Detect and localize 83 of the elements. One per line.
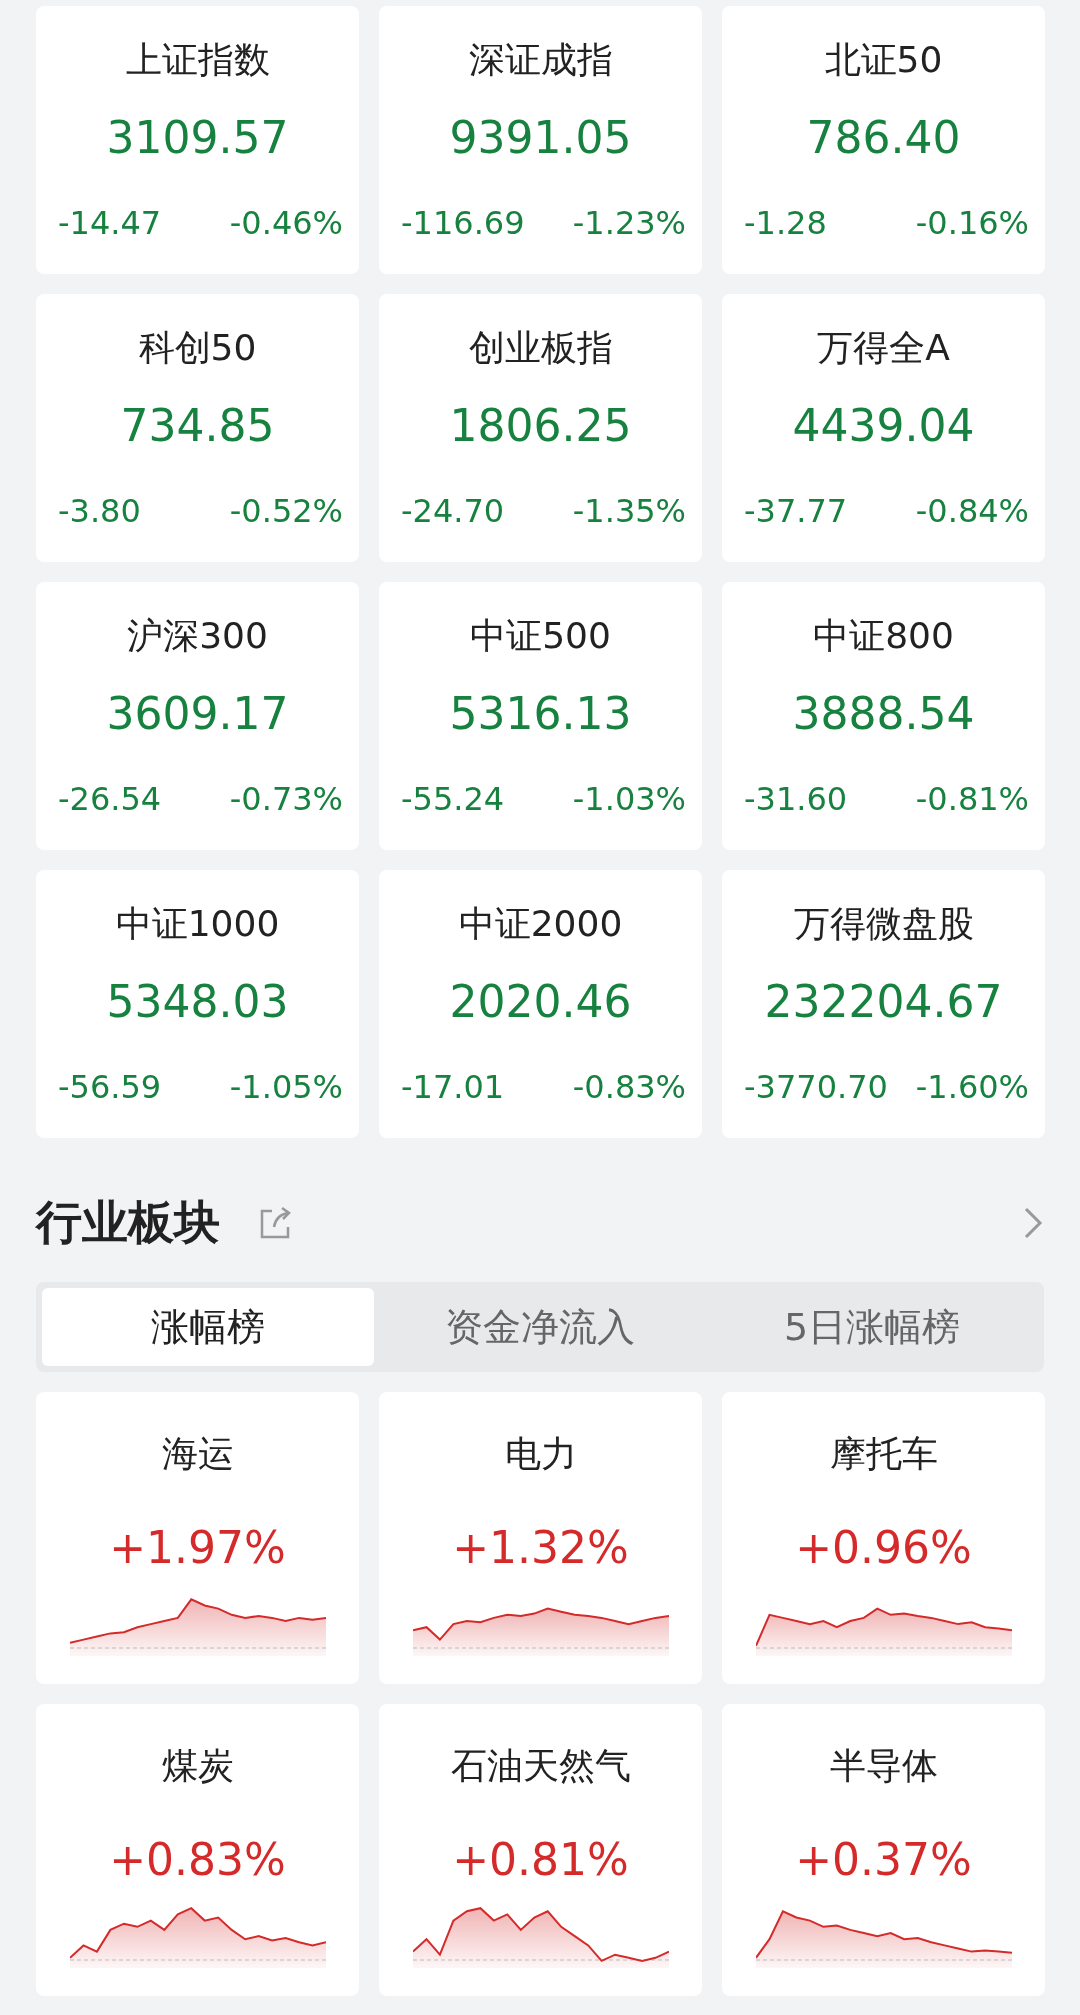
index-card[interactable]: 沪深300 3609.17 -26.54 -0.73% [36, 582, 359, 850]
sector-card[interactable]: 半导体 +0.37% [722, 1704, 1045, 1996]
index-card[interactable]: 科创50 734.85 -3.80 -0.52% [36, 294, 359, 562]
tab[interactable]: 5日涨幅榜 [706, 1288, 1038, 1366]
index-name: 万得微盘股 [793, 902, 974, 946]
index-percent: -0.46% [229, 204, 343, 242]
chevron-right-icon[interactable] [1022, 1205, 1044, 1241]
index-change: -17.01 [401, 1068, 505, 1106]
index-value: 786.40 [806, 111, 961, 165]
index-card[interactable]: 北证50 786.40 -1.28 -0.16% [722, 6, 1045, 274]
index-percent: -0.16% [915, 204, 1029, 242]
sector-percent: +1.32% [452, 1521, 629, 1575]
sector-name: 电力 [504, 1432, 577, 1476]
sector-name: 半导体 [829, 1744, 938, 1788]
index-name: 中证500 [470, 614, 611, 658]
index-percent: -1.05% [229, 1068, 343, 1106]
index-card[interactable]: 万得全A 4439.04 -37.77 -0.84% [722, 294, 1045, 562]
sector-name: 海运 [161, 1432, 234, 1476]
index-value: 3109.57 [106, 111, 289, 165]
sector-percent: +1.97% [109, 1521, 286, 1575]
index-change: -14.47 [58, 204, 162, 242]
sector-card[interactable]: 电力 +1.32% [379, 1392, 702, 1684]
index-name: 创业板指 [468, 326, 613, 370]
index-name: 科创50 [138, 326, 257, 370]
index-change: -3.80 [58, 492, 141, 530]
index-value: 1806.25 [449, 399, 632, 453]
sector-card[interactable]: 煤炭 +0.83% [36, 1704, 359, 1996]
sector-percent: +0.96% [795, 1521, 972, 1575]
index-percent: -0.83% [572, 1068, 686, 1106]
index-change: -56.59 [58, 1068, 162, 1106]
sector-card[interactable]: 摩托车 +0.96% [722, 1392, 1045, 1684]
index-card[interactable]: 中证1000 5348.03 -56.59 -1.05% [36, 870, 359, 1138]
index-value: 5348.03 [106, 975, 289, 1029]
index-value: 2020.46 [449, 975, 632, 1029]
index-percent: -0.73% [229, 780, 343, 818]
index-name: 中证2000 [458, 902, 623, 946]
index-change: -116.69 [401, 204, 525, 242]
index-percent: -0.81% [915, 780, 1029, 818]
sector-name: 煤炭 [161, 1744, 234, 1788]
sector-name: 石油天然气 [450, 1744, 631, 1788]
sector-percent: +0.37% [795, 1833, 972, 1887]
index-percent: -0.52% [229, 492, 343, 530]
index-card[interactable]: 中证800 3888.54 -31.60 -0.81% [722, 582, 1045, 850]
index-value: 9391.05 [449, 111, 632, 165]
index-card[interactable]: 万得微盘股 232204.67 -3770.70 -1.60% [722, 870, 1045, 1138]
index-name: 上证指数 [125, 38, 270, 82]
index-percent: -0.84% [915, 492, 1029, 530]
sector-name: 摩托车 [829, 1432, 938, 1476]
index-card[interactable]: 深证成指 9391.05 -116.69 -1.23% [379, 6, 702, 274]
tab[interactable]: 资金净流入 [374, 1288, 706, 1366]
index-value: 5316.13 [449, 687, 632, 741]
index-change: -31.60 [744, 780, 848, 818]
index-percent: -1.60% [915, 1068, 1029, 1106]
index-percent: -1.03% [572, 780, 686, 818]
index-value: 734.85 [120, 399, 275, 453]
index-change: -55.24 [401, 780, 505, 818]
sector-percent: +0.83% [109, 1833, 286, 1887]
index-change: -26.54 [58, 780, 162, 818]
index-change: -1.28 [744, 204, 827, 242]
index-name: 深证成指 [468, 38, 613, 82]
index-change: -37.77 [744, 492, 848, 530]
index-card[interactable]: 中证2000 2020.46 -17.01 -0.83% [379, 870, 702, 1138]
index-card[interactable]: 创业板指 1806.25 -24.70 -1.35% [379, 294, 702, 562]
tab[interactable]: 涨幅榜 [42, 1288, 374, 1366]
index-name: 中证1000 [115, 902, 280, 946]
section-title: 行业板块 [36, 1194, 220, 1251]
index-change: -3770.70 [744, 1068, 888, 1106]
index-percent: -1.35% [572, 492, 686, 530]
index-value: 4439.04 [792, 399, 975, 453]
index-value: 3609.17 [106, 687, 289, 741]
index-card[interactable]: 中证500 5316.13 -55.24 -1.03% [379, 582, 702, 850]
index-card[interactable]: 上证指数 3109.57 -14.47 -0.46% [36, 6, 359, 274]
index-value: 3888.54 [792, 687, 975, 741]
index-name: 万得全A [817, 326, 950, 370]
index-value: 232204.67 [764, 975, 1003, 1029]
sector-percent: +0.81% [452, 1833, 629, 1887]
index-percent: -1.23% [572, 204, 686, 242]
index-name: 中证800 [813, 614, 954, 658]
index-name: 北证50 [824, 38, 943, 82]
sector-card[interactable]: 海运 +1.97% [36, 1392, 359, 1684]
index-change: -24.70 [401, 492, 505, 530]
index-name: 沪深300 [127, 614, 268, 658]
sector-card[interactable]: 石油天然气 +0.81% [379, 1704, 702, 1996]
